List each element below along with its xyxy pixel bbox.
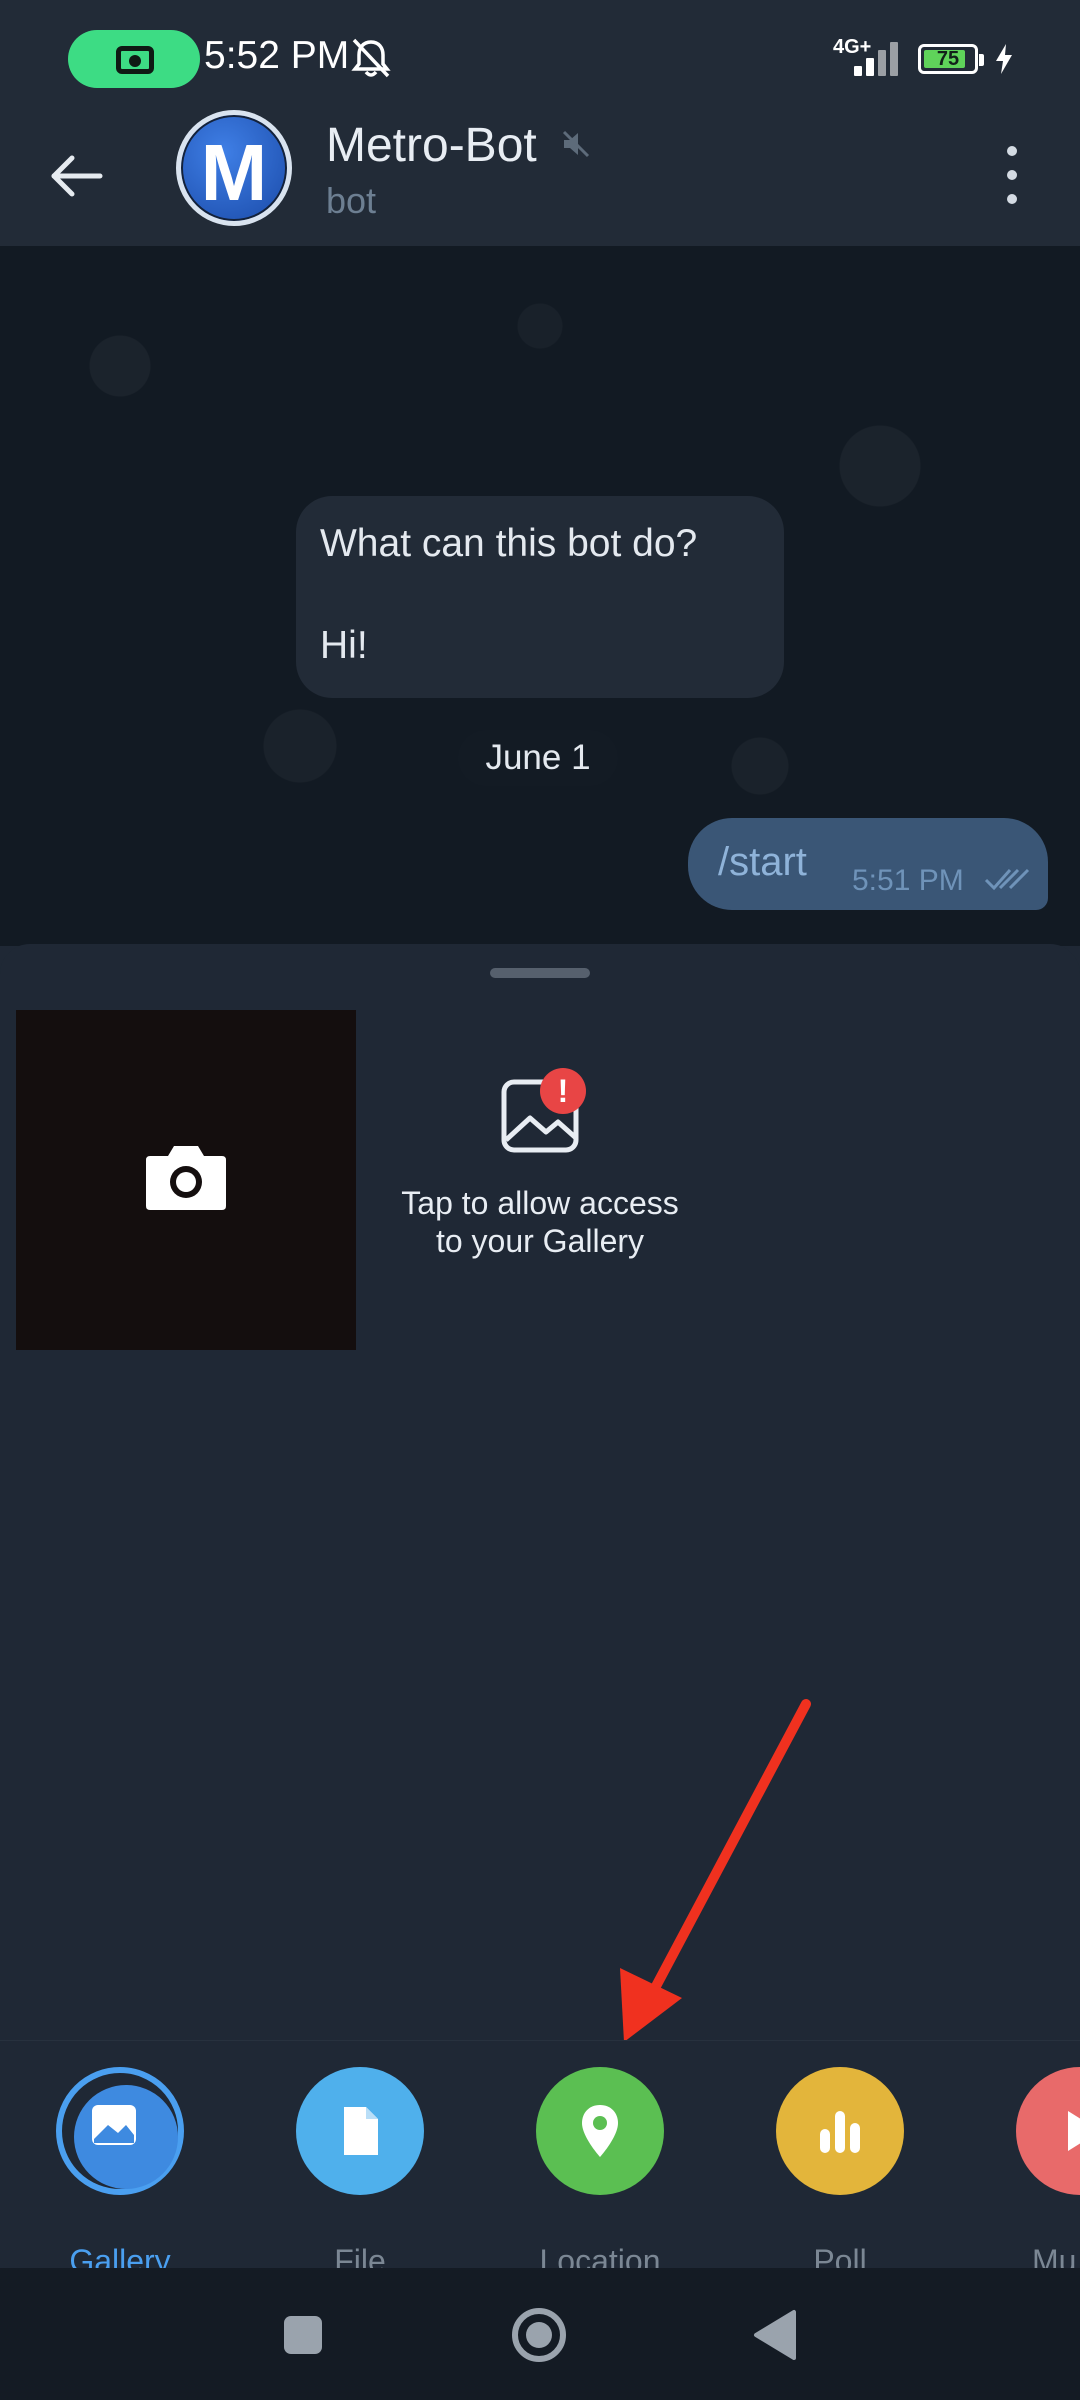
system-nav-bar <box>0 2268 1080 2400</box>
muted-icon <box>562 130 590 158</box>
poll-circle <box>776 2067 904 2195</box>
bot-info-card: What can this bot do? Hi! <box>296 496 784 698</box>
gallery-permission-icon-wrap: ! <box>370 1068 710 1164</box>
gallery-icon <box>92 2105 136 2145</box>
annotation-arrow <box>620 1699 811 2042</box>
gallery-permission-line1: Tap to allow access <box>401 1185 679 1221</box>
status-time: 5:52 PM <box>204 34 350 77</box>
avatar[interactable]: M <box>176 110 292 226</box>
chat-title[interactable]: Metro-Bot <box>326 118 537 173</box>
location-pin-icon <box>582 2105 618 2157</box>
date-separator-label: June 1 <box>485 738 591 777</box>
more-options-icon[interactable] <box>990 140 1034 210</box>
battery-icon: 75 <box>918 44 984 74</box>
camera-icon <box>116 46 154 74</box>
sheet-drag-handle[interactable] <box>490 968 590 978</box>
attach-gallery-button[interactable]: Gallery <box>30 2067 210 2279</box>
chat-subtitle: bot <box>326 180 377 221</box>
screen-recorder-pill[interactable] <box>68 30 200 88</box>
back-arrow-icon[interactable] <box>40 140 112 212</box>
outgoing-message[interactable]: /start 5:51 PM <box>688 818 1048 910</box>
attach-menu: Gallery File Location Poll Mu <box>0 2040 1080 2279</box>
bot-info-question: What can this bot do? <box>320 522 698 565</box>
alarm-off-icon <box>351 38 391 78</box>
gallery-permission-prompt[interactable]: ! Tap to allow access to your Gallery <box>370 1068 710 1260</box>
screen: 5:52 PM 4G+ 75 M Metro-Bot bot What can … <box>0 0 1080 2400</box>
camera-icon <box>146 1146 226 1210</box>
warning-badge-icon: ! <box>540 1068 586 1114</box>
attach-location-button[interactable]: Location <box>510 2067 690 2279</box>
message-text: /start <box>718 840 807 884</box>
signal-icon <box>848 38 904 76</box>
gallery-permission-line2: to your Gallery <box>435 1223 645 1259</box>
read-checkmarks-icon <box>984 868 1030 891</box>
attach-file-button[interactable]: File <box>270 2067 450 2279</box>
battery-level: 75 <box>936 48 960 70</box>
avatar-letter: M <box>200 128 268 217</box>
recents-icon[interactable] <box>268 2300 338 2370</box>
date-separator: June 1 <box>458 730 618 786</box>
status-bar: 5:52 PM 4G+ 75 <box>0 0 1080 118</box>
bot-info-answer: Hi! <box>320 624 368 667</box>
play-icon <box>1068 2111 1080 2151</box>
nav-back-icon[interactable] <box>740 2300 810 2370</box>
message-time: 5:51 PM <box>852 864 964 897</box>
attach-poll-button[interactable]: Poll <box>750 2067 930 2279</box>
attachment-sheet: ! Tap to allow access to your Gallery <box>0 944 1080 2040</box>
chat-header: M Metro-Bot bot <box>0 110 1080 246</box>
file-circle <box>296 2067 424 2195</box>
chat-area[interactable]: What can this bot do? Hi! June 1 /start … <box>0 246 1080 946</box>
music-circle <box>1016 2067 1080 2195</box>
attach-music-button[interactable]: Mu <box>990 2067 1080 2279</box>
gallery-circle <box>56 2067 184 2195</box>
camera-tile[interactable] <box>16 1010 356 1350</box>
poll-icon <box>820 2111 860 2153</box>
home-icon[interactable] <box>504 2300 574 2370</box>
file-icon <box>344 2107 378 2155</box>
charging-icon <box>996 44 1012 74</box>
location-circle <box>536 2067 664 2195</box>
